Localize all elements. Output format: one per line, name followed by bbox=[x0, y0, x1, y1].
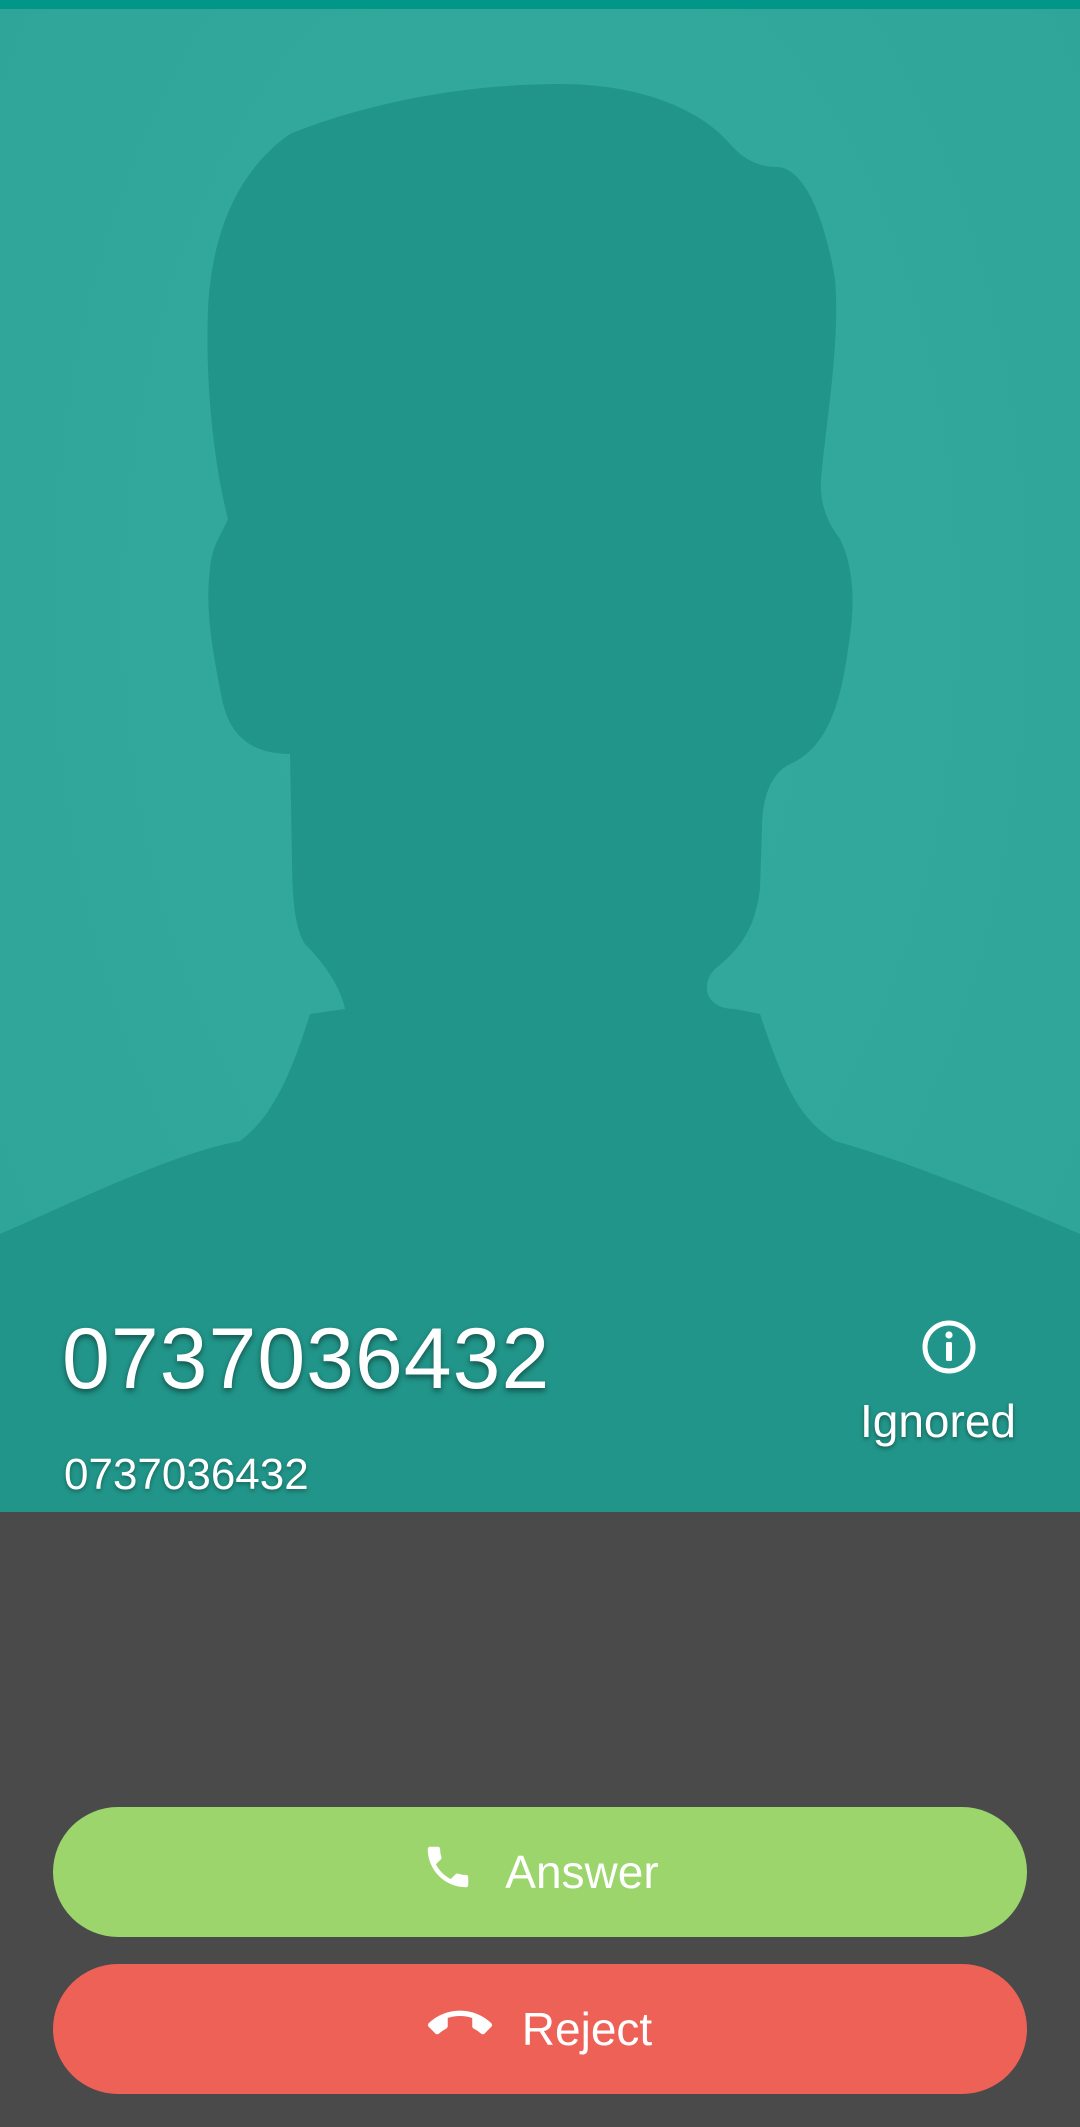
caller-name: 0737036432 bbox=[62, 1311, 551, 1407]
answer-label: Answer bbox=[505, 1846, 659, 1898]
caller-phone-number: 0737036432 bbox=[64, 1450, 309, 1499]
info-icon[interactable] bbox=[920, 1318, 978, 1376]
hang-up-icon bbox=[427, 1992, 492, 2067]
call-status-label: Ignored bbox=[859, 1395, 1016, 1447]
incoming-call-screen: 0737036432 0737036432 Ignored Answer Rej… bbox=[0, 0, 1080, 2127]
status-bar bbox=[0, 0, 1080, 9]
answer-button[interactable]: Answer bbox=[53, 1807, 1027, 1937]
call-status: Ignored bbox=[796, 1318, 1016, 1448]
phone-icon bbox=[421, 1840, 475, 1905]
reject-label: Reject bbox=[521, 2003, 653, 2055]
reject-button[interactable]: Reject bbox=[53, 1964, 1027, 2094]
